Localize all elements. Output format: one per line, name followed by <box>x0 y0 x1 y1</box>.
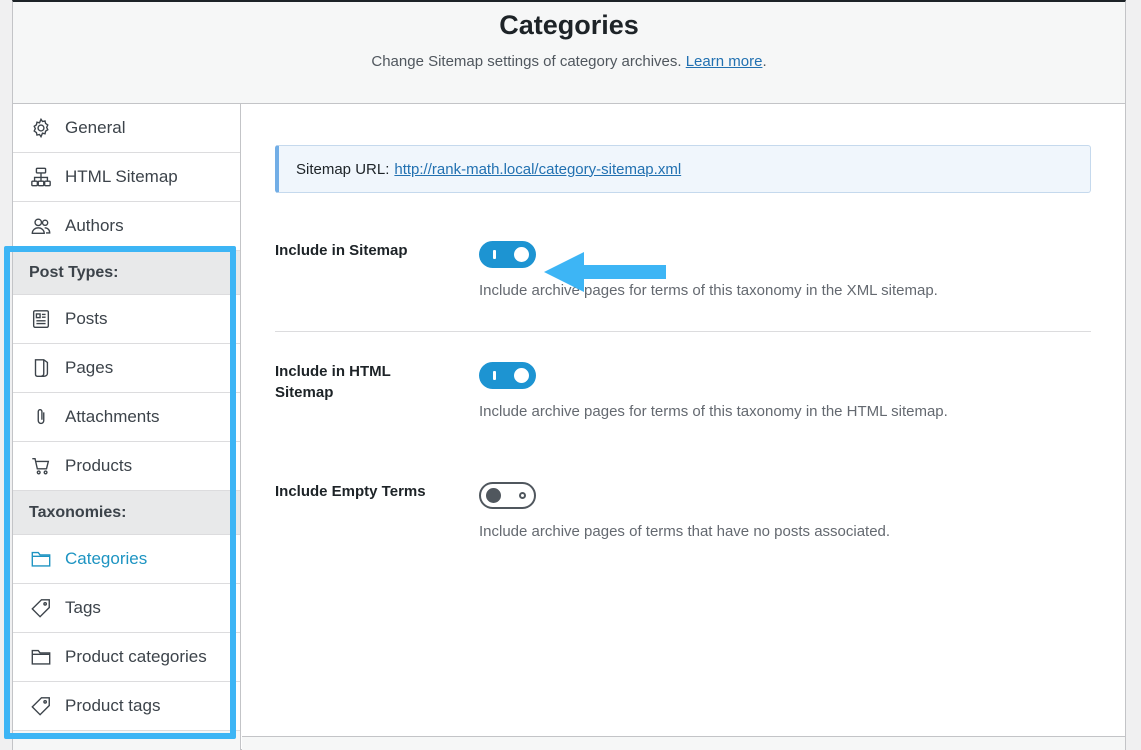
sidebar-item-label: Products <box>65 456 133 475</box>
learn-more-link[interactable]: Learn more <box>686 53 763 70</box>
setting-description: Include archive pages for terms of this … <box>479 403 948 420</box>
setting-label: Include in HTML Sitemap <box>275 363 391 401</box>
setting-include-in-sitemap: Include in Sitemap Include archive pages… <box>275 240 1091 310</box>
folder-icon <box>29 547 53 571</box>
setting-include-in-html-sitemap: Include in HTML Sitemap Include archive … <box>275 361 1091 431</box>
post-types-heading: Post Types: <box>13 251 240 295</box>
sidebar-item-authors[interactable]: Authors <box>13 202 240 251</box>
sidebar-item-pages[interactable]: Pages <box>13 344 240 393</box>
sidebar-item-label: Attachments <box>65 407 160 426</box>
sidebar-item-label: General <box>65 118 126 137</box>
post-icon <box>29 307 53 331</box>
sidebar-item-posts[interactable]: Posts <box>13 295 240 344</box>
sidebar-item-label: Pages <box>65 358 114 377</box>
sidebar-item-product-tags[interactable]: Product tags <box>13 682 240 731</box>
sitemap-url-link[interactable]: http://rank-math.local/category-sitemap.… <box>394 161 681 178</box>
taxonomies-heading: Taxonomies: <box>13 491 240 535</box>
tag-icon <box>29 694 53 718</box>
setting-label: Include in Sitemap <box>275 242 408 259</box>
sidebar-item-label: Posts <box>65 309 108 328</box>
divider <box>275 331 1091 332</box>
sitemap-icon <box>29 165 53 189</box>
sidebar-item-categories[interactable]: Categories <box>13 535 240 584</box>
sidebar-item-tags[interactable]: Tags <box>13 584 240 633</box>
page-description: Change Sitemap settings of category arch… <box>371 53 767 70</box>
sidebar-item-label: Product tags <box>65 696 161 715</box>
footer-bar <box>242 736 1125 750</box>
sidebar-item-attachments[interactable]: Attachments <box>13 393 240 442</box>
gear-icon <box>29 116 53 140</box>
page-header: Categories Change Sitemap settings of ca… <box>13 2 1125 104</box>
sidebar-item-label: Authors <box>65 216 124 235</box>
tag-icon <box>29 596 53 620</box>
setting-include-empty-terms: Include Empty Terms Include archive page… <box>275 481 1091 551</box>
sidebar-item-label: Categories <box>65 549 148 568</box>
sitemap-url-notice: Sitemap URL: http://rank-math.local/cate… <box>275 145 1091 193</box>
cart-icon <box>29 454 53 478</box>
page-icon <box>29 356 53 380</box>
include-in-sitemap-toggle[interactable] <box>479 241 536 268</box>
sidebar-item-product-categories[interactable]: Product categories <box>13 633 240 682</box>
sidebar-item-products[interactable]: Products <box>13 442 240 491</box>
folder-icon <box>29 645 53 669</box>
page-title: Categories <box>499 10 639 40</box>
setting-label: Include Empty Terms <box>275 483 426 500</box>
include-in-html-sitemap-toggle[interactable] <box>479 362 536 389</box>
users-icon <box>29 214 53 238</box>
annotation-arrow-icon <box>544 252 666 292</box>
sidebar-item-label: Tags <box>65 598 101 617</box>
sidebar-item-label: Product categories <box>65 647 207 666</box>
settings-panel: Categories Change Sitemap settings of ca… <box>12 0 1126 750</box>
sidebar-item-html-sitemap[interactable]: HTML Sitemap <box>13 153 240 202</box>
sidebar: General HTML Sitemap Authors Post Types:… <box>13 104 241 750</box>
sidebar-item-label: HTML Sitemap <box>65 167 178 186</box>
sidebar-item-general[interactable]: General <box>13 104 240 153</box>
setting-description: Include archive pages of terms that have… <box>479 523 891 540</box>
settings-content: Sitemap URL: http://rank-math.local/cate… <box>242 104 1125 736</box>
include-empty-terms-toggle[interactable] <box>479 482 536 509</box>
paperclip-icon <box>29 405 53 429</box>
